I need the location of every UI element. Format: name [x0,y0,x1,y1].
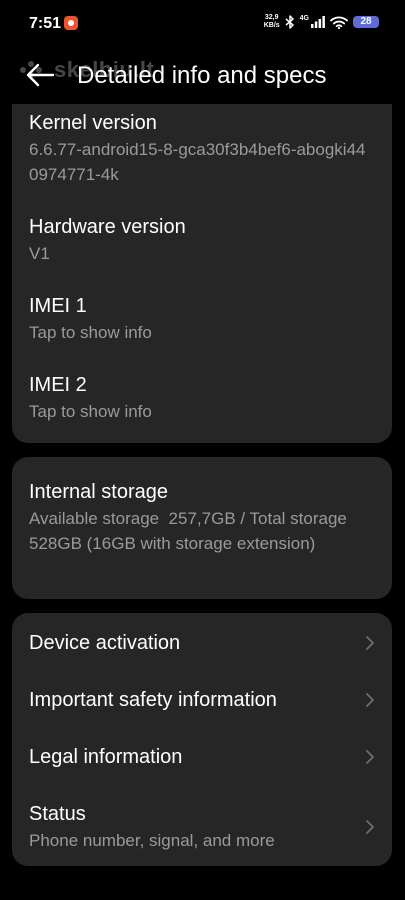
imei-2-label: IMEI 2 [29,374,87,396]
legal-information-item[interactable]: Legal information [29,744,375,770]
imei-1-row[interactable]: IMEI 1 Tap to show info [29,293,375,345]
notification-app-icon [64,16,78,30]
imei-1-value: Tap to show info [29,323,152,342]
safety-information-label: Important safety information [29,689,277,711]
device-specs-card: Kernel version 6.6.77-android15-8-gca30f… [12,80,392,443]
status-item[interactable]: Status Phone number, signal, and more [29,801,375,853]
kernel-version-value: 6.6.77-android15-8-gca30f3b4bef6-abogki4… [29,140,366,184]
storage-card[interactable]: Internal storage Available storage 257,7… [12,457,392,599]
network-speed-value: 32,9 [264,14,279,21]
status-indicators: 32,9 KB/s 4G 28 [264,14,379,30]
chevron-right-icon [366,820,374,834]
kernel-version-row: Kernel version 6.6.77-android15-8-gca30f… [29,110,375,187]
internal-storage-value: Available storage 257,7GB / Total storag… [29,509,357,553]
back-button[interactable] [26,62,56,88]
bluetooth-icon [285,15,295,29]
hardware-version-value: V1 [29,244,50,263]
status-bar: 7:51 32,9 KB/s 4G 28 [0,0,405,48]
network-speed: 32,9 KB/s [264,14,280,30]
status-subtitle: Phone number, signal, and more [29,831,275,850]
chevron-right-icon [366,693,374,707]
chevron-right-icon [366,750,374,764]
hardware-version-label: Hardware version [29,216,186,238]
imei-2-value: Tap to show info [29,402,152,421]
device-activation-item[interactable]: Device activation [29,630,375,656]
imei-2-row[interactable]: IMEI 2 Tap to show info [29,372,375,424]
hardware-version-row: Hardware version V1 [29,214,375,266]
wifi-icon [330,16,348,29]
internal-storage-label: Internal storage [29,481,168,503]
more-info-card: Device activation Important safety infor… [12,613,392,866]
back-arrow-icon [26,63,55,87]
chevron-right-icon [366,636,374,650]
device-activation-label: Device activation [29,632,181,654]
page-title: Detailed info and specs [77,62,327,89]
network-type: 4G [299,15,309,22]
status-time: 7:51 [29,15,62,32]
status-label: Status [29,803,86,825]
app-header: skelbiu.lt Detailed info and specs [0,48,405,104]
kernel-version-label: Kernel version [29,112,157,134]
network-speed-unit: KB/s [263,22,280,29]
screen: 7:51 32,9 KB/s 4G 28 Kernel version 6.6.… [0,0,405,900]
imei-1-label: IMEI 1 [29,295,87,317]
battery-indicator: 28 [353,16,379,28]
cell-signal-icon [311,16,325,28]
safety-information-item[interactable]: Important safety information [29,687,375,713]
internal-storage-row[interactable]: Internal storage Available storage 257,7… [29,479,375,556]
legal-information-label: Legal information [29,746,183,768]
